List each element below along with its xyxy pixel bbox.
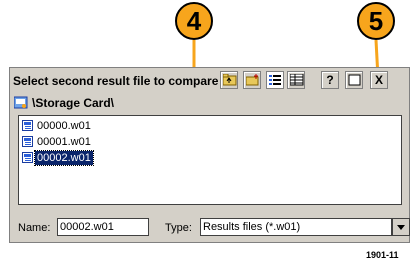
dialog-title: Select second result file to compare xyxy=(13,74,219,88)
file-name: 00002.w01 xyxy=(34,150,94,166)
list-view-button[interactable] xyxy=(266,71,284,89)
figure-number: 1901-11 xyxy=(366,250,399,260)
file-list[interactable]: 00000.w01 00001.w01 00002.w01 xyxy=(18,115,402,205)
file-icon xyxy=(22,120,33,131)
storage-card-icon xyxy=(14,96,28,109)
dialog-titlebar: Select second result file to compare ? X xyxy=(10,70,408,92)
list-view-icon xyxy=(269,75,281,85)
close-icon: X xyxy=(374,73,383,87)
name-input[interactable]: 00002.w01 xyxy=(57,218,149,236)
type-select[interactable]: Results files (*.w01) xyxy=(200,218,392,236)
current-path: \Storage Card\ xyxy=(32,96,115,110)
path-bar: \Storage Card\ xyxy=(12,95,402,113)
folder-up-button[interactable] xyxy=(220,71,238,89)
ok-button[interactable] xyxy=(345,71,363,89)
details-view-button[interactable] xyxy=(287,71,305,89)
chevron-down-icon[interactable] xyxy=(392,218,410,236)
details-view-icon xyxy=(290,74,304,86)
name-label: Name: xyxy=(18,222,51,234)
file-icon xyxy=(22,152,33,163)
file-icon xyxy=(22,136,33,147)
help-button[interactable]: ? xyxy=(321,71,339,89)
help-icon: ? xyxy=(326,73,334,87)
type-label: Type: xyxy=(165,222,192,234)
new-folder-button[interactable] xyxy=(243,71,261,89)
new-folder-icon xyxy=(246,74,259,86)
ok-icon xyxy=(348,74,361,86)
file-name: 00001.w01 xyxy=(37,136,91,148)
folder-up-icon xyxy=(223,74,237,86)
close-button[interactable]: X xyxy=(370,71,388,89)
file-name: 00000.w01 xyxy=(37,120,91,132)
